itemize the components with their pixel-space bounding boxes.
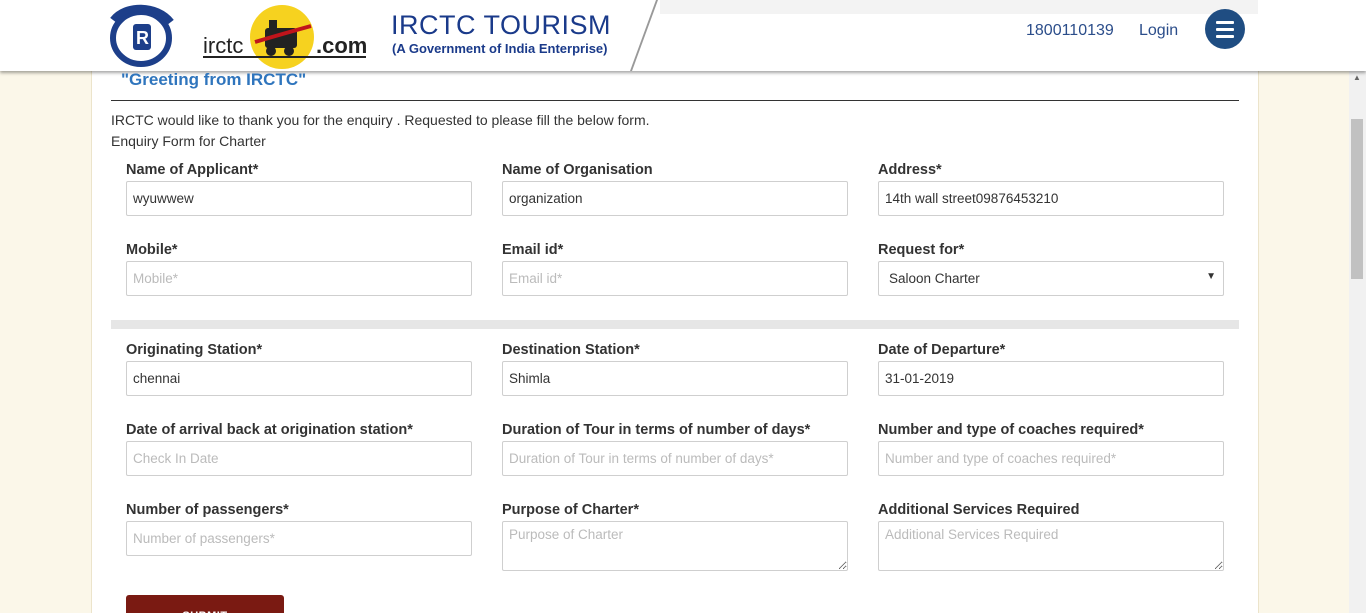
organisation-input[interactable] — [502, 181, 848, 216]
form-title: Enquiry Form for Charter — [111, 133, 266, 149]
request-for-field: Request for* Saloon Charter ▼ — [878, 242, 1224, 296]
destination-input[interactable] — [502, 361, 848, 396]
email-label: Email id* — [502, 242, 564, 258]
origin-input[interactable] — [126, 361, 472, 396]
dropdown-arrow-icon: ▼ — [1206, 271, 1216, 282]
hamburger-menu-icon[interactable] — [1205, 9, 1245, 49]
purpose-field: Purpose of Charter* — [502, 502, 848, 571]
duration-input[interactable] — [502, 441, 848, 476]
arrival-date-input[interactable] — [126, 441, 472, 476]
departure-label: Date of Departure* — [878, 342, 1006, 358]
origin-field: Originating Station* — [126, 342, 472, 396]
coaches-field: Number and type of coaches required* — [878, 422, 1224, 476]
additional-field: Additional Services Required — [878, 502, 1224, 571]
additional-label: Additional Services Required — [878, 502, 1080, 518]
coaches-label: Number and type of coaches required* — [878, 422, 1144, 438]
purpose-label: Purpose of Charter* — [502, 502, 639, 518]
passengers-input[interactable] — [126, 521, 472, 556]
applicant-field: Name of Applicant* — [126, 162, 472, 216]
passengers-field: Number of passengers* — [126, 502, 472, 556]
email-input[interactable] — [502, 261, 848, 296]
mobile-field: Mobile* — [126, 242, 472, 296]
duration-field: Duration of Tour in terms of number of d… — [502, 422, 848, 476]
brand-underline — [203, 56, 366, 58]
departure-date-input[interactable] — [878, 361, 1224, 396]
section-separator — [111, 320, 1239, 329]
site-header: R irctc .com IRCTC TOURISM (A Government… — [0, 0, 1366, 71]
intro-text: IRCTC would like to thank you for the en… — [111, 112, 650, 128]
scrollbar-thumb[interactable] — [1351, 119, 1363, 279]
header-divider — [630, 0, 658, 71]
request-for-value: Saloon Charter — [889, 271, 980, 286]
coaches-input[interactable] — [878, 441, 1224, 476]
email-field: Email id* — [502, 242, 848, 296]
arrival-field: Date of arrival back at origination stat… — [126, 422, 472, 476]
svg-text:R: R — [136, 28, 149, 48]
passengers-label: Number of passengers* — [126, 502, 289, 518]
mobile-label: Mobile* — [126, 242, 178, 258]
site-title: IRCTC TOURISM — [391, 10, 612, 40]
site-subtitle: (A Government of India Enterprise) — [392, 41, 608, 56]
irctc-logo-icon[interactable]: R — [105, 2, 177, 68]
page-scrollbar[interactable]: ▲ — [1349, 71, 1366, 613]
address-label: Address* — [878, 162, 942, 178]
mobile-input[interactable] — [126, 261, 472, 296]
applicant-input[interactable] — [126, 181, 472, 216]
additional-textarea[interactable] — [878, 521, 1224, 571]
address-input[interactable] — [878, 181, 1224, 216]
duration-label: Duration of Tour in terms of number of d… — [502, 422, 811, 438]
destination-label: Destination Station* — [502, 342, 640, 358]
helpline-number[interactable]: 1800110139 — [1026, 22, 1114, 40]
origin-label: Originating Station* — [126, 342, 263, 358]
applicant-label: Name of Applicant* — [126, 162, 259, 178]
submit-button[interactable]: SUBMIT — [126, 595, 284, 613]
destination-field: Destination Station* — [502, 342, 848, 396]
greeting-heading: "Greeting from IRCTC" — [121, 70, 307, 89]
greeting-divider — [111, 100, 1239, 101]
request-for-select[interactable]: Saloon Charter ▼ — [878, 261, 1224, 296]
tourism-train-badge-icon — [250, 5, 314, 69]
purpose-textarea[interactable] — [502, 521, 848, 571]
departure-field: Date of Departure* — [878, 342, 1224, 396]
address-field: Address* — [878, 162, 1224, 216]
organisation-field: Name of Organisation — [502, 162, 848, 216]
organisation-label: Name of Organisation — [502, 162, 653, 178]
arrival-label: Date of arrival back at origination stat… — [126, 422, 413, 438]
request-for-label: Request for* — [878, 242, 965, 258]
header-grey-band — [660, 0, 1258, 14]
scroll-up-arrow-icon[interactable]: ▲ — [1353, 73, 1361, 82]
login-link[interactable]: Login — [1139, 22, 1178, 40]
